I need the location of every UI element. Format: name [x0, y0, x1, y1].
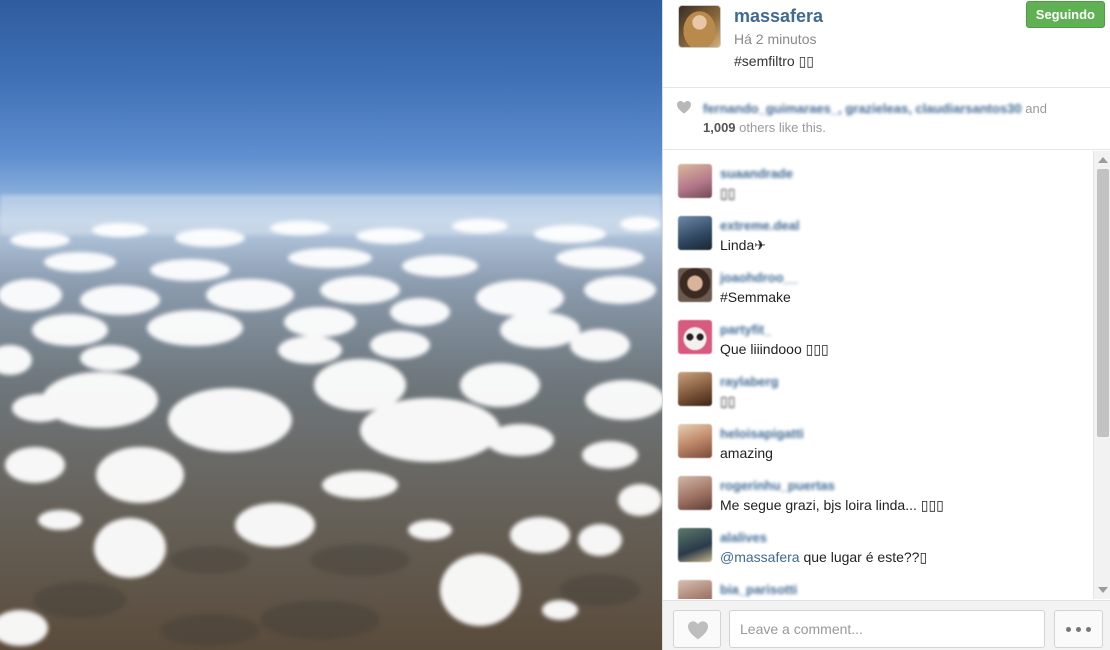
- scroll-down-arrow-icon[interactable]: [1098, 587, 1108, 593]
- comment-username[interactable]: bia_parisotti: [720, 582, 797, 597]
- comment-input[interactable]: [729, 610, 1045, 648]
- list-item: rogerinhu_puertas Me segue grazi, bjs lo…: [663, 468, 1093, 520]
- comment-username[interactable]: alalives: [720, 530, 767, 545]
- list-item: alalives @massafera que lugar é este??▯: [663, 520, 1093, 572]
- comment-username[interactable]: suaandrade: [720, 166, 793, 181]
- comment-username[interactable]: joaohdroo__: [720, 270, 798, 285]
- avatar[interactable]: [678, 424, 712, 458]
- following-button[interactable]: Seguindo: [1025, 1, 1105, 28]
- post-header: massafera Há 2 minutos #semfiltro ▯▯ Seg…: [663, 0, 1110, 88]
- comment-footer: [663, 600, 1110, 650]
- scrollbar-thumb[interactable]: [1097, 169, 1109, 437]
- comment-text: amazing: [720, 445, 773, 461]
- mention-link[interactable]: @massafera: [720, 549, 800, 565]
- avatar[interactable]: [678, 164, 712, 198]
- more-options-button[interactable]: [1054, 610, 1103, 648]
- heart-icon: [688, 621, 708, 640]
- comment-text: ▯▯: [720, 185, 736, 201]
- comment-text: ▯▯: [720, 393, 736, 409]
- post-caption: #semfiltro ▯▯: [734, 53, 814, 69]
- clouds-landscape-image: [0, 195, 662, 650]
- likers-names[interactable]: fernando_guimaraes_, grazieleas, claudia…: [703, 101, 1022, 116]
- likes-others: others like this.: [735, 120, 826, 135]
- comment-text: Linda✈: [720, 237, 766, 253]
- avatar[interactable]: [678, 476, 712, 510]
- comment-username[interactable]: extreme.deal: [720, 218, 800, 233]
- list-item: heloisapigatti amazing: [663, 416, 1093, 468]
- list-item: raylaberg ▯▯: [663, 364, 1093, 416]
- author-username[interactable]: massafera: [734, 6, 823, 27]
- heart-icon: [677, 101, 691, 114]
- avatar[interactable]: [678, 580, 712, 599]
- comments-scrollbar[interactable]: [1093, 151, 1110, 599]
- likes-and: and: [1021, 101, 1047, 116]
- more-dots-icon: [1086, 627, 1091, 632]
- like-button[interactable]: [673, 610, 721, 648]
- scroll-up-arrow-icon[interactable]: [1098, 157, 1108, 163]
- avatar[interactable]: [678, 372, 712, 406]
- comment-text: Que liiindooo ▯▯▯: [720, 341, 829, 357]
- list-item: bia_parisotti: [663, 572, 1093, 599]
- comments-list[interactable]: suaandrade ▯▯ extreme.deal Linda✈ joaohd…: [663, 151, 1093, 599]
- likes-text: fernando_guimaraes_, grazieleas, claudia…: [703, 99, 1098, 137]
- author-avatar[interactable]: [678, 5, 721, 48]
- list-item: partyfit_ Que liiindooo ▯▯▯: [663, 312, 1093, 364]
- avatar[interactable]: [678, 320, 712, 354]
- post-side-panel: massafera Há 2 minutos #semfiltro ▯▯ Seg…: [662, 0, 1110, 650]
- post-timestamp[interactable]: Há 2 minutos: [734, 31, 816, 47]
- comment-username[interactable]: rogerinhu_puertas: [720, 478, 835, 493]
- likes-count[interactable]: 1,009: [703, 120, 736, 135]
- avatar[interactable]: [678, 528, 712, 562]
- comment-text: #Semmake: [720, 289, 791, 305]
- comment-username[interactable]: raylaberg: [720, 374, 779, 389]
- more-dots-icon: [1066, 627, 1071, 632]
- more-dots-icon: [1076, 627, 1081, 632]
- comment-text: Me segue grazi, bjs loira linda... ▯▯▯: [720, 497, 944, 513]
- avatar[interactable]: [678, 268, 712, 302]
- comment-username[interactable]: heloisapigatti: [720, 426, 804, 441]
- likes-summary: fernando_guimaraes_, grazieleas, claudia…: [663, 89, 1110, 150]
- list-item: suaandrade ▯▯: [663, 156, 1093, 208]
- post-photo[interactable]: [0, 0, 662, 650]
- avatar[interactable]: [678, 216, 712, 250]
- comment-username[interactable]: partyfit_: [720, 322, 771, 337]
- comment-text: @massafera que lugar é este??▯: [720, 549, 927, 566]
- list-item: joaohdroo__ #Semmake: [663, 260, 1093, 312]
- list-item: extreme.deal Linda✈: [663, 208, 1093, 260]
- comment-text-body: que lugar é este??▯: [799, 549, 928, 565]
